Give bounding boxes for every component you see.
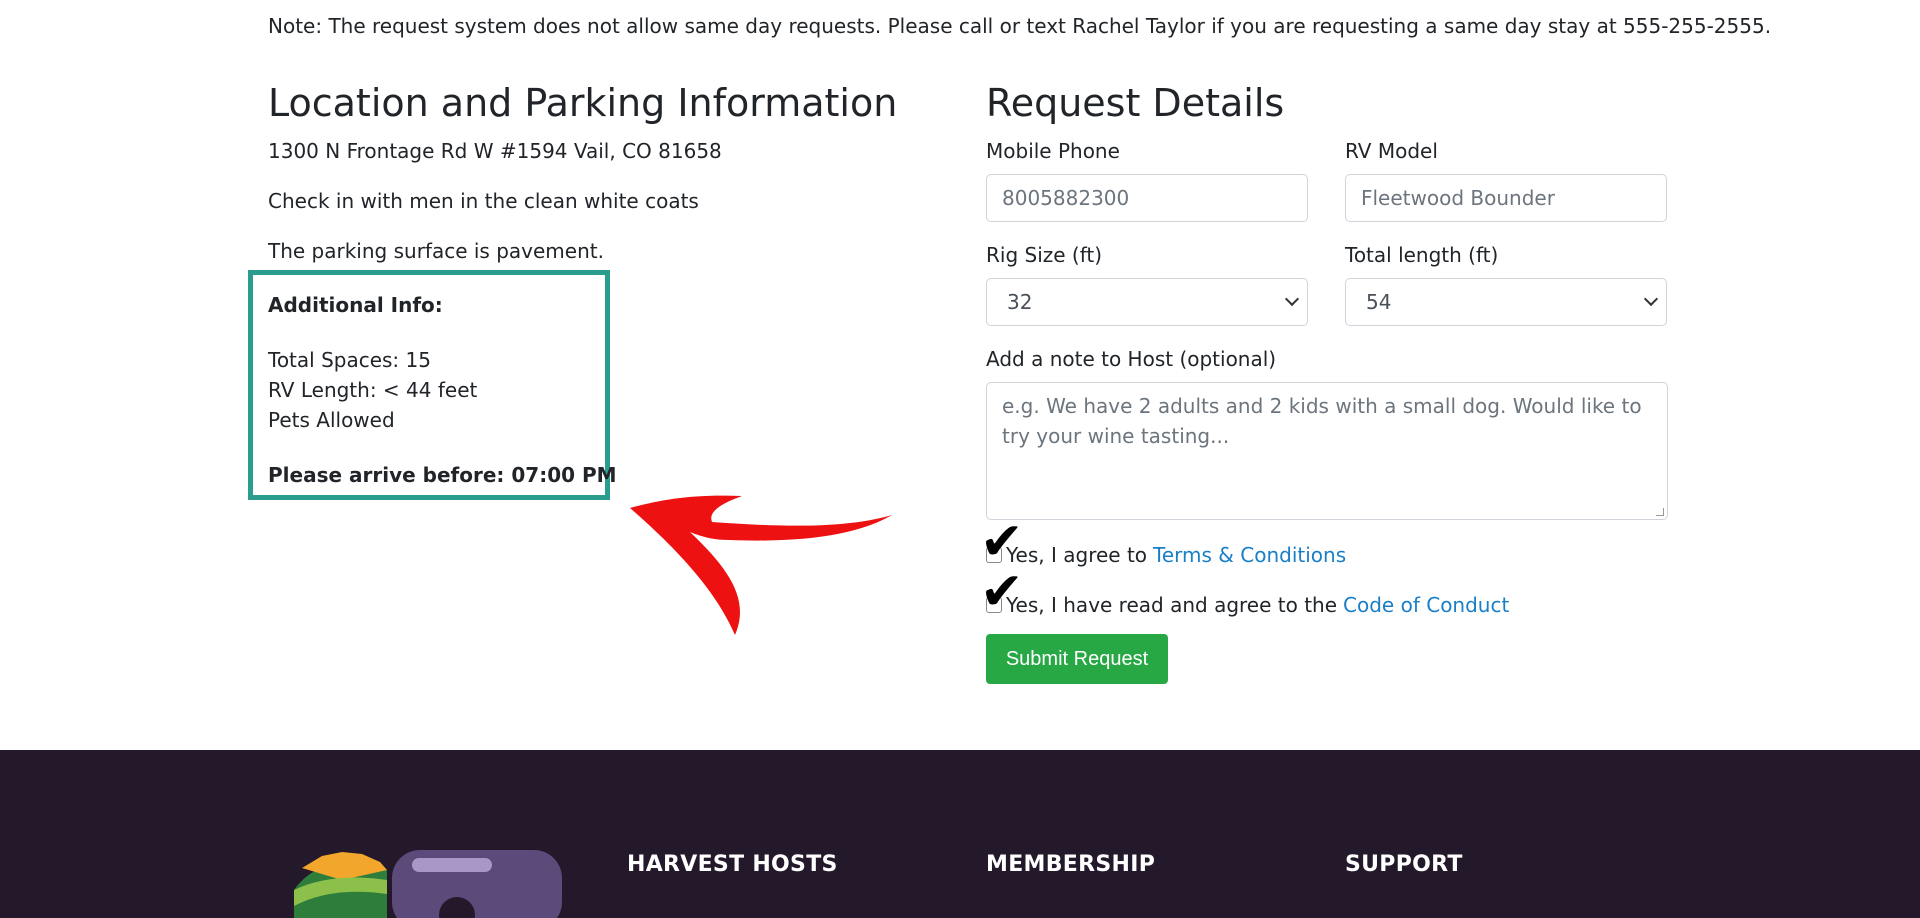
footer-harvest-hosts[interactable]: HARVEST HOSTS	[627, 852, 838, 877]
footer	[0, 750, 1920, 918]
rig-size-value: 32	[1007, 290, 1033, 314]
arrival-time: Please arrive before: 07:00 PM	[268, 463, 617, 487]
request-title: Request Details	[986, 81, 1285, 125]
location-section: Location and Parking Information 1300 N …	[268, 78, 908, 266]
rig-size-label: Rig Size (ft)	[986, 243, 1103, 267]
checkmark-icon: ✔	[980, 562, 1024, 622]
rv-model-value: Fleetwood Bounder	[1361, 186, 1555, 210]
note-placeholder: e.g. We have 2 adults and 2 kids with a …	[1002, 394, 1642, 448]
total-length-label: Total length (ft)	[1345, 243, 1499, 267]
footer-support[interactable]: SUPPORT	[1345, 852, 1463, 877]
mobile-value: 8005882300	[1002, 186, 1130, 210]
total-length-select[interactable]: 54	[1345, 278, 1667, 326]
chevron-down-icon	[1643, 291, 1659, 307]
same-day-note: Note: The request system does not allow …	[268, 14, 1772, 38]
submit-request-button[interactable]: Submit Request	[986, 634, 1168, 684]
terms-agreement: ✔ Yes, I agree to Terms & Conditions	[980, 516, 1668, 570]
chevron-down-icon	[1284, 291, 1300, 307]
request-section: Request Details Mobile Phone 8005882300 …	[980, 78, 1668, 684]
red-arrow-annotation	[630, 495, 892, 635]
rig-size-select[interactable]: 32	[986, 278, 1308, 326]
total-spaces: Total Spaces: 15	[268, 348, 431, 372]
address-text: 1300 N Frontage Rd W #1594 Vail, CO 8165…	[268, 139, 722, 163]
host-note-textarea[interactable]: e.g. We have 2 adults and 2 kids with a …	[986, 382, 1668, 520]
conduct-link[interactable]: Code of Conduct	[1343, 590, 1509, 620]
conduct-agreement: ✔ Yes, I have read and agree to the Code…	[980, 566, 1668, 620]
mobile-label: Mobile Phone	[986, 139, 1120, 163]
rv-length: RV Length: < 44 feet	[268, 378, 478, 402]
conduct-text: Yes, I have read and agree to the	[1006, 593, 1338, 617]
total-length-value: 54	[1366, 290, 1392, 314]
terms-link[interactable]: Terms & Conditions	[1153, 540, 1346, 570]
additional-info: Additional Info: Total Spaces: 15 RV Len…	[268, 290, 617, 490]
rv-model-input[interactable]: Fleetwood Bounder	[1345, 174, 1667, 222]
footer-membership[interactable]: MEMBERSHIP	[986, 852, 1155, 877]
rv-model-label: RV Model	[1345, 139, 1438, 163]
checkmark-icon: ✔	[980, 512, 1024, 572]
mobile-phone-input[interactable]: 8005882300	[986, 174, 1308, 222]
resize-grip-icon[interactable]	[1656, 508, 1664, 516]
note-label: Add a note to Host (optional)	[986, 347, 1277, 371]
terms-text: Yes, I agree to	[1006, 543, 1148, 567]
location-title: Location and Parking Information	[268, 81, 898, 125]
additional-info-title: Additional Info:	[268, 293, 443, 317]
pets-allowed: Pets Allowed	[268, 408, 395, 432]
checkin-text: Check in with men in the clean white coa…	[268, 189, 699, 213]
surface-text: The parking surface is pavement.	[268, 239, 604, 263]
harvest-hosts-logo	[294, 850, 562, 918]
